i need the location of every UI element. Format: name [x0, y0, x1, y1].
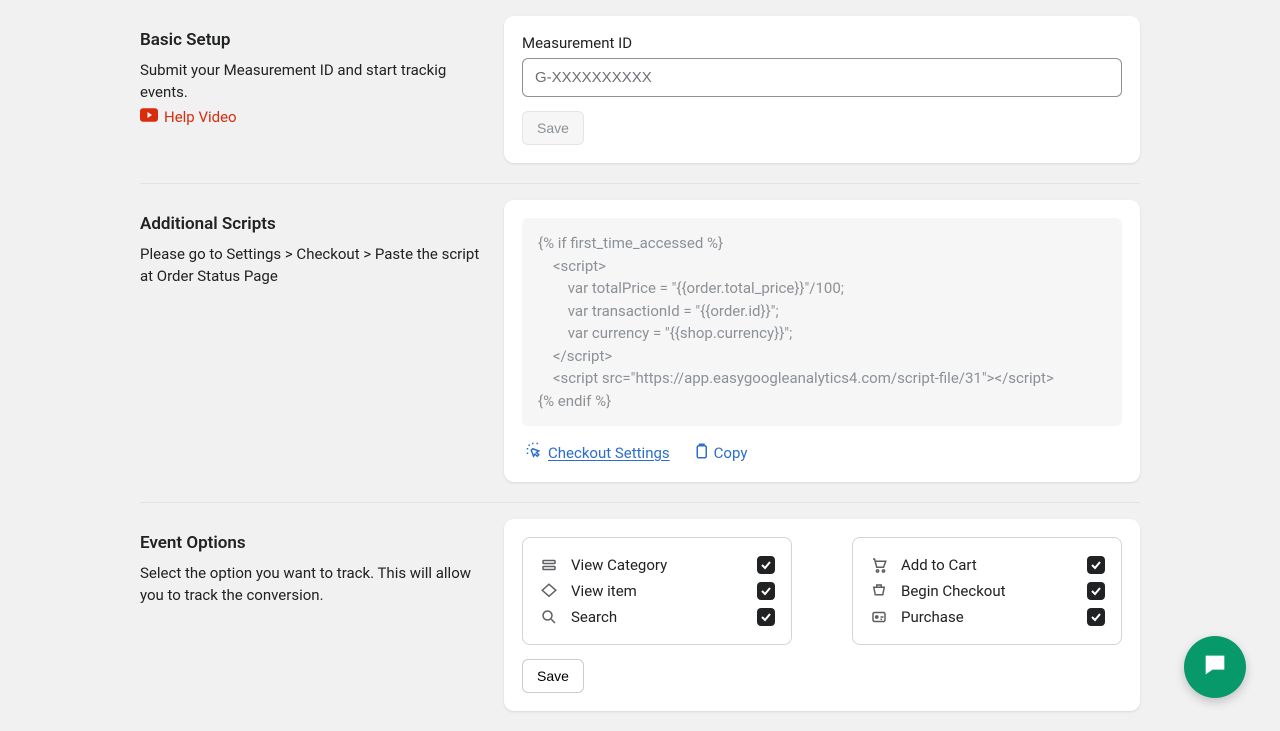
scripts-card: {% if first_time_accessed %} <script> va… [504, 200, 1140, 482]
event-checkbox[interactable] [1087, 582, 1105, 600]
help-video-label: Help Video [164, 108, 237, 126]
copy-link[interactable]: Copy [692, 442, 748, 464]
search-icon [539, 608, 559, 626]
section-additional-scripts: Additional Scripts Please go to Settings… [140, 184, 1140, 503]
section-description: Select the option you want to track. Thi… [140, 563, 480, 607]
section-description: Submit your Measurement ID and start tra… [140, 60, 480, 104]
checkout-settings-link[interactable]: Checkout Settings [526, 442, 670, 464]
event-label: Search [571, 608, 745, 626]
save-button[interactable]: Save [522, 659, 584, 693]
clipboard-icon [692, 442, 710, 464]
measurement-id-input[interactable] [522, 58, 1122, 97]
checkout-settings-label: Checkout Settings [548, 444, 670, 462]
events-card: View Category View item Search [504, 519, 1140, 711]
event-label: Purchase [901, 608, 1075, 626]
cart-icon [869, 556, 889, 574]
checkout-icon [869, 582, 889, 600]
section-event-options: Event Options Select the option you want… [140, 503, 1140, 731]
event-search: Search [539, 604, 775, 630]
event-label: View item [571, 582, 745, 600]
copy-label: Copy [714, 444, 748, 462]
youtube-icon [140, 108, 158, 126]
event-label: View Category [571, 556, 745, 574]
section-title: Additional Scripts [140, 214, 480, 234]
event-group-right: Add to Cart Begin Checkout Purchase [852, 537, 1122, 645]
event-checkbox[interactable] [1087, 608, 1105, 626]
event-checkbox[interactable] [1087, 556, 1105, 574]
event-view-item: View item [539, 578, 775, 604]
section-title: Event Options [140, 533, 480, 553]
measurement-id-label: Measurement ID [522, 34, 1122, 52]
purchase-icon [869, 608, 889, 626]
section-description: Please go to Settings > Checkout > Paste… [140, 244, 480, 288]
tag-icon [539, 582, 559, 600]
script-code-block: {% if first_time_accessed %} <script> va… [522, 218, 1122, 426]
chat-widget-button[interactable] [1184, 636, 1246, 698]
event-checkbox[interactable] [757, 608, 775, 626]
event-add-to-cart: Add to Cart [869, 552, 1105, 578]
event-label: Add to Cart [901, 556, 1075, 574]
chat-icon [1201, 651, 1229, 683]
cursor-click-icon [526, 442, 544, 464]
event-label: Begin Checkout [901, 582, 1075, 600]
event-checkbox[interactable] [757, 582, 775, 600]
event-purchase: Purchase [869, 604, 1105, 630]
save-button: Save [522, 111, 584, 145]
measurement-id-card: Measurement ID Save [504, 16, 1140, 163]
event-view-category: View Category [539, 552, 775, 578]
section-title: Basic Setup [140, 30, 480, 50]
category-icon [539, 556, 559, 574]
section-basic-setup: Basic Setup Submit your Measurement ID a… [140, 0, 1140, 184]
event-checkbox[interactable] [757, 556, 775, 574]
help-video-link[interactable]: Help Video [140, 108, 237, 126]
event-begin-checkout: Begin Checkout [869, 578, 1105, 604]
event-group-left: View Category View item Search [522, 537, 792, 645]
